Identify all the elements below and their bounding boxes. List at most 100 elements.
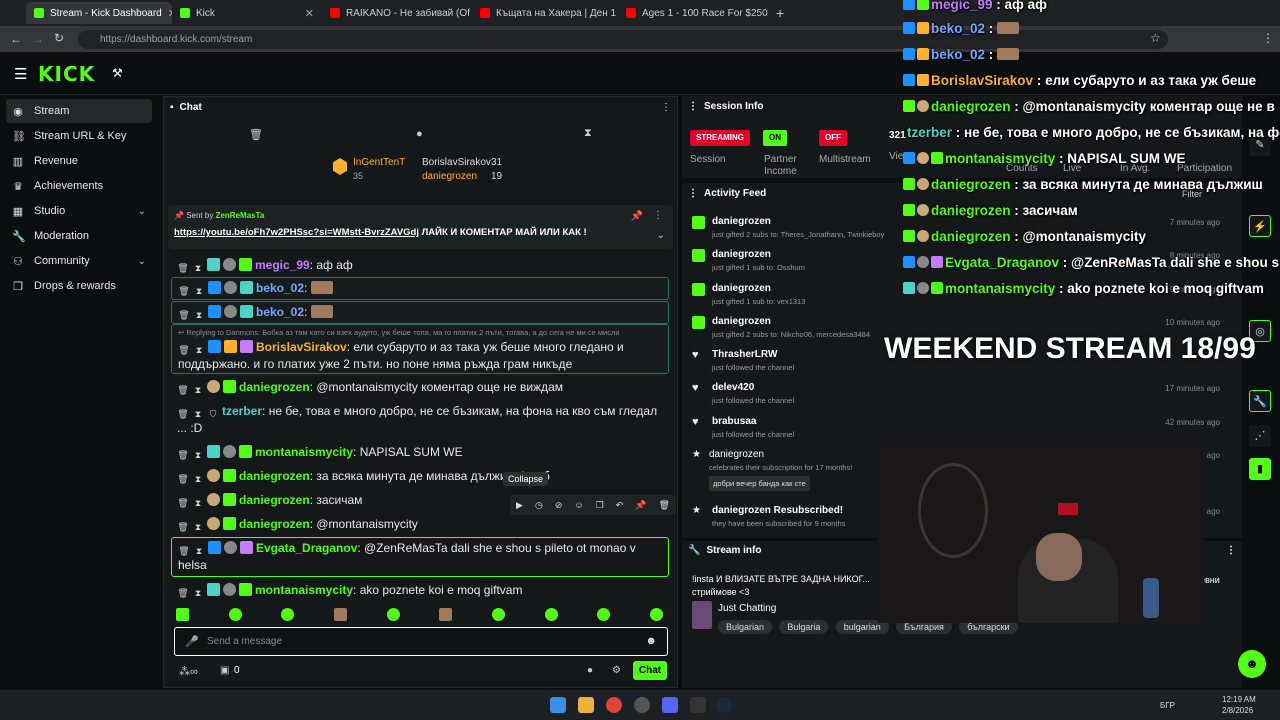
hamburger-menu-icon[interactable]: ☰ xyxy=(14,65,27,83)
browser-tab-kick[interactable]: Kick ✕ xyxy=(172,2,322,24)
emote-icon[interactable] xyxy=(386,608,400,621)
tag[interactable]: Bulgaria xyxy=(779,620,829,634)
chat-username[interactable]: megic_99 xyxy=(255,258,310,272)
gear-icon[interactable]: ⚙ xyxy=(612,665,621,676)
hourglass-icon[interactable]: ⧗ xyxy=(584,127,592,140)
emote-icon[interactable] xyxy=(544,608,558,621)
send-chat-button[interactable]: Chat xyxy=(633,661,667,680)
trash-icon[interactable]: 🗑 xyxy=(177,473,189,485)
multistream-status-badge[interactable]: OFF xyxy=(819,130,847,146)
browser-tab-raikano[interactable]: RAIKANO - Не забивай (Of ✕ xyxy=(322,2,472,24)
terminal-icon[interactable] xyxy=(690,697,706,713)
windows-start-icon[interactable] xyxy=(550,697,566,713)
stream-info-menu-icon[interactable]: ⋮ xyxy=(1226,545,1236,556)
chat-username[interactable]: beko_02 xyxy=(256,305,304,319)
hourglass-icon[interactable]: ⧗ xyxy=(192,384,204,396)
sidebar-item-revenue[interactable]: ▥ Revenue xyxy=(6,149,152,173)
chat-bubble-icon[interactable]: ● xyxy=(416,128,423,140)
browser-tab-kick-dashboard[interactable]: Stream - Kick Dashboard ✕ xyxy=(26,2,172,24)
clock-icon[interactable]: ◷ xyxy=(535,500,543,511)
trash-icon[interactable]: 🗑 xyxy=(177,408,189,420)
trash-icon[interactable]: 🗑 xyxy=(178,545,190,557)
new-tab-icon[interactable]: + xyxy=(768,2,792,24)
chat-username[interactable]: daniegrozen xyxy=(239,517,310,531)
hourglass-icon[interactable]: ⧗ xyxy=(192,521,204,533)
language-indicator[interactable]: БГР xyxy=(1160,701,1175,710)
share-icon[interactable]: ⋰ xyxy=(1249,425,1271,447)
sidebar-item-stream[interactable]: ◉ Stream xyxy=(6,99,152,123)
reload-icon[interactable]: ↻ xyxy=(54,31,64,45)
steam-icon[interactable] xyxy=(716,697,732,713)
activity-name[interactable]: daniegrozen xyxy=(712,316,771,327)
chrome-icon[interactable] xyxy=(606,697,622,713)
mute-icon[interactable]: ⊘ xyxy=(555,500,563,511)
browser-tab-ages-race[interactable]: Ages 1 - 100 Race For $250,00 ✕ xyxy=(618,2,768,24)
activity-name[interactable]: daniegrozen xyxy=(712,249,771,260)
activity-name[interactable]: daniegrozen xyxy=(709,449,764,460)
chat-bubble-icon[interactable]: ● xyxy=(587,665,593,676)
chat-username[interactable]: daniegrozen xyxy=(239,380,310,394)
hourglass-icon[interactable]: ⧗ xyxy=(193,285,205,297)
kick-logo[interactable]: KICK xyxy=(38,62,95,86)
hourglass-icon[interactable]: ⧗ xyxy=(193,344,205,356)
activity-name[interactable]: brabusaa xyxy=(712,416,756,427)
activity-name[interactable]: daniegrozen Resubscribed! xyxy=(712,505,843,516)
pin-icon[interactable]: 📌 xyxy=(631,211,643,222)
sidebar-item-stream-url-key[interactable]: ⛓ Stream URL & Key xyxy=(6,124,152,148)
partner-income-status-badge[interactable]: ON xyxy=(763,130,787,146)
hourglass-icon[interactable]: ⧗ xyxy=(193,545,205,557)
emote-icon[interactable] xyxy=(649,608,663,621)
undo-icon[interactable]: ↶ xyxy=(616,500,624,511)
hourglass-icon[interactable]: ⧗ xyxy=(192,473,204,485)
wrench-icon[interactable]: 🔧 xyxy=(1249,390,1271,412)
chat-username[interactable]: Evgata_Draganov xyxy=(256,541,357,555)
chat-username[interactable]: montanaismycity xyxy=(255,583,353,597)
file-explorer-icon[interactable] xyxy=(578,697,594,713)
trash-icon[interactable]: 🗑 xyxy=(658,500,669,511)
sidebar-item-drops-rewards[interactable]: ❒ Drops & rewards xyxy=(6,274,152,298)
chat-username[interactable]: beko_02 xyxy=(256,281,304,295)
bookmark-star-icon[interactable]: ☆ xyxy=(1150,31,1161,45)
trash-icon[interactable]: 🗑 xyxy=(177,521,189,533)
obs-icon[interactable] xyxy=(634,697,650,713)
sidebar-item-community[interactable]: ⚇ Community ⌄ xyxy=(6,249,152,273)
sidebar-item-moderation[interactable]: 🔧 Moderation xyxy=(6,224,152,248)
hourglass-icon[interactable]: ⧗ xyxy=(192,587,204,599)
chat-username[interactable]: daniegrozen xyxy=(239,493,310,507)
emote-icon[interactable] xyxy=(228,608,242,621)
emote-icon[interactable]: ☺ xyxy=(574,500,583,510)
emote-icon[interactable] xyxy=(491,608,505,621)
emote-icon[interactable] xyxy=(333,608,347,621)
emote-icon[interactable] xyxy=(176,608,189,621)
tag[interactable]: Bulgarian xyxy=(718,620,773,634)
activity-name[interactable]: daniegrozen xyxy=(712,283,771,294)
activity-name[interactable]: ThrasherLRW xyxy=(712,349,777,360)
emote-icon[interactable] xyxy=(439,608,453,621)
pinned-menu-icon[interactable]: ⋮ xyxy=(653,210,663,221)
chat-menu-icon[interactable]: ⋮ xyxy=(661,102,671,113)
browser-menu-icon[interactable]: ⋮ xyxy=(1262,31,1274,45)
stream-category[interactable]: Just Chatting xyxy=(718,603,776,614)
emote-icon[interactable] xyxy=(597,608,611,621)
chat-username[interactable]: montanaismycity xyxy=(255,445,353,459)
discord-icon[interactable] xyxy=(662,697,678,713)
forward-icon[interactable]: → xyxy=(32,32,44,46)
chat-input[interactable]: 🎤 Send a message ☻ xyxy=(174,627,668,656)
trash-icon[interactable]: 🗑 xyxy=(249,128,263,141)
trash-icon[interactable]: 🗑 xyxy=(177,497,189,509)
trash-icon[interactable]: 🗑 xyxy=(178,344,190,356)
trash-icon[interactable]: 🗑 xyxy=(177,262,189,274)
trash-icon[interactable]: 🗑 xyxy=(177,384,189,396)
trash-icon[interactable]: 🗑 xyxy=(178,285,190,297)
lightning-icon[interactable]: ⚡ xyxy=(1249,215,1271,237)
play-icon[interactable]: ▶ xyxy=(516,500,523,511)
activity-name[interactable]: delev420 xyxy=(712,382,754,393)
activity-name[interactable]: daniegrozen xyxy=(712,216,771,227)
sidebar-item-studio[interactable]: ▦ Studio ⌄ xyxy=(6,199,152,223)
trash-icon[interactable]: 🗑 xyxy=(178,309,190,321)
help-chat-icon[interactable]: ☻ xyxy=(1238,650,1266,678)
trash-icon[interactable]: 🗑 xyxy=(177,587,189,599)
chevron-down-icon[interactable]: ⌄ xyxy=(657,230,665,241)
hourglass-icon[interactable]: ⧗ xyxy=(192,262,204,274)
trash-icon[interactable]: 🗑 xyxy=(177,449,189,461)
